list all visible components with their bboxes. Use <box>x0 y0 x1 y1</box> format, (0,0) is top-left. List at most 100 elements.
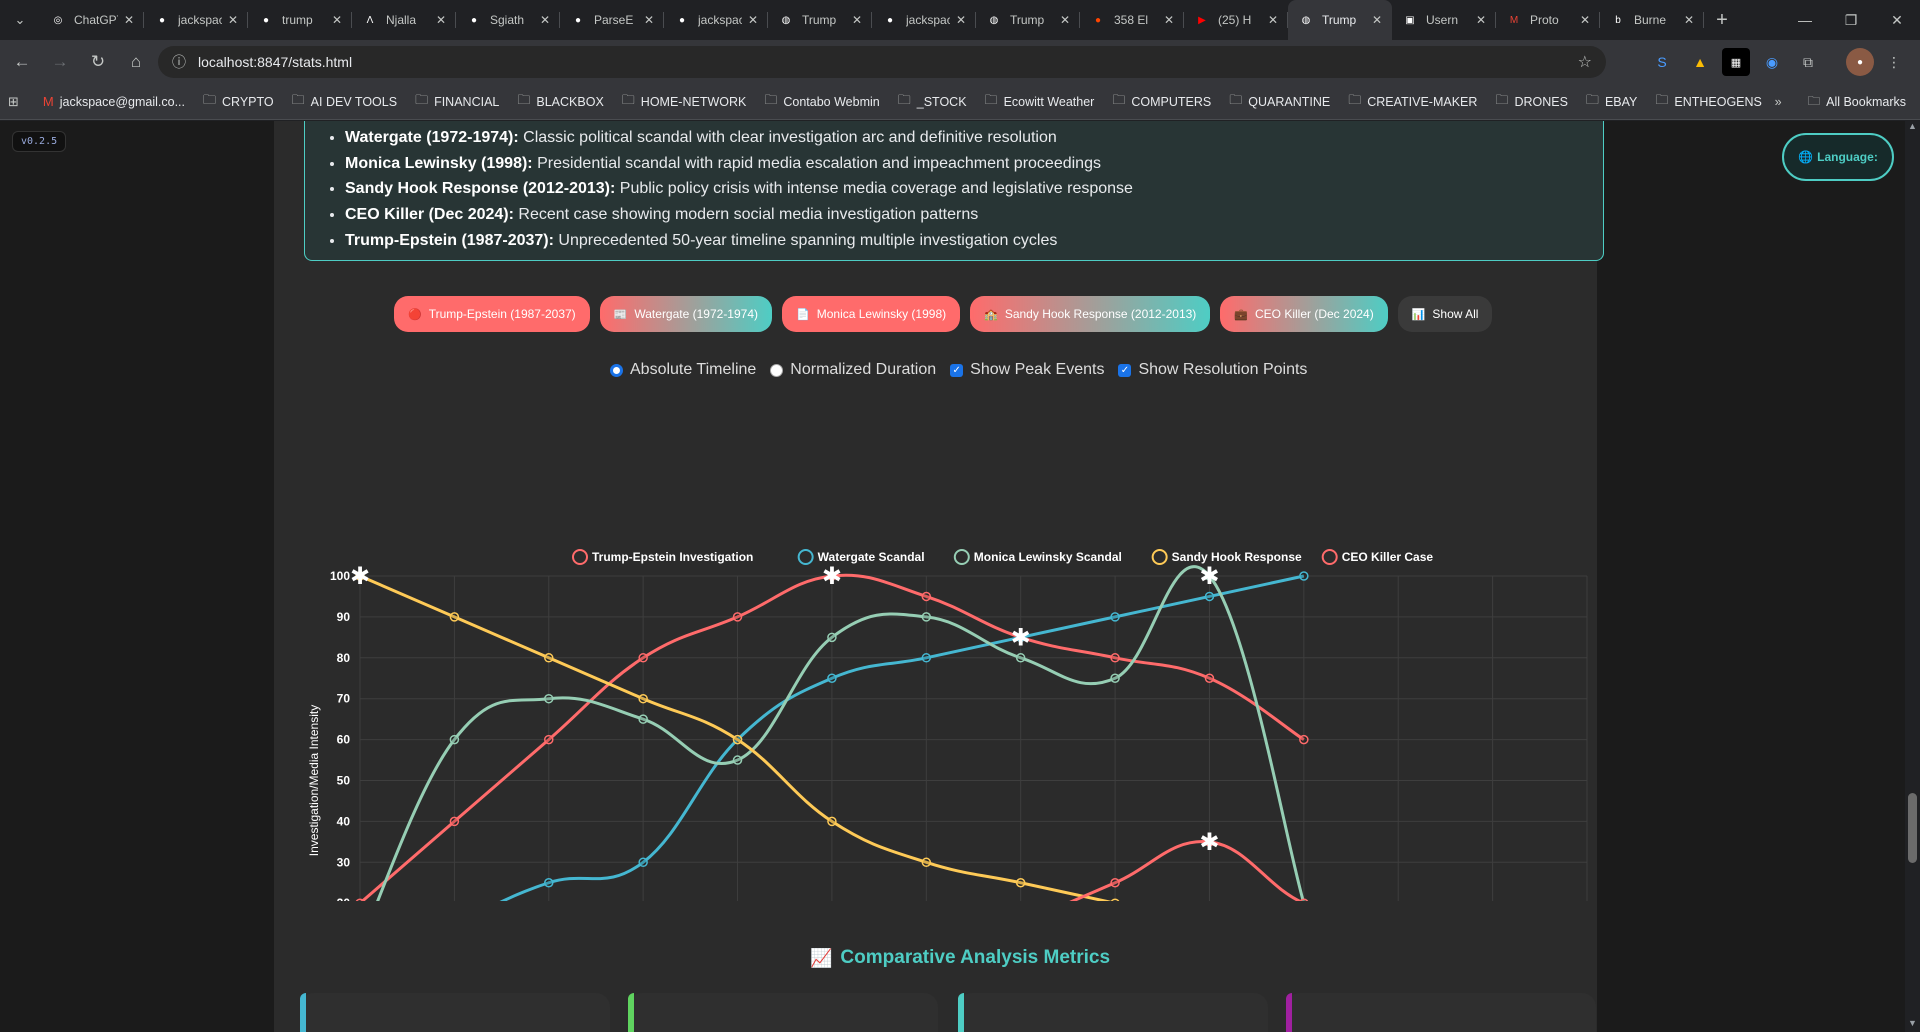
browser-tab[interactable]: ● trump ✕ <box>248 0 352 40</box>
close-tab-icon[interactable]: ✕ <box>852 13 862 27</box>
browser-tab[interactable]: ▣ Usern ✕ <box>1392 0 1496 40</box>
legend-swatch <box>1151 549 1168 565</box>
minimize-icon[interactable]: — <box>1782 0 1828 40</box>
close-tab-icon[interactable]: ✕ <box>1684 13 1694 27</box>
password-manager-icon[interactable]: ◉ <box>1758 48 1786 76</box>
chatgpt-icon: ◎ <box>53 14 63 26</box>
extensions-puzzle-icon[interactable]: ⧉ <box>1794 48 1822 76</box>
close-tab-icon[interactable]: ✕ <box>1580 13 1590 27</box>
tab-search-chevron-icon[interactable]: ⌄ <box>0 0 40 40</box>
browser-tab[interactable]: ● Sgiath ✕ <box>456 0 560 40</box>
case-filter-button[interactable]: 📰 Watergate (1972-1974) <box>599 296 773 332</box>
checkbox-peaks[interactable]: ✓ <box>950 363 964 377</box>
show-resolutions-option[interactable]: ✓ Show Resolution Points <box>1118 361 1307 379</box>
y-tick-label: 80 <box>337 651 351 665</box>
checkbox-resolutions[interactable]: ✓ <box>1118 363 1132 377</box>
case-button-label: Show All <box>1432 307 1479 321</box>
close-tab-icon[interactable]: ✕ <box>540 13 550 27</box>
close-tab-icon[interactable]: ✕ <box>1060 13 1070 27</box>
browser-tab[interactable]: ◎ ChatGPT ✕ <box>40 0 144 40</box>
case-filter-button[interactable]: 🏫 Sandy Hook Response (2012-2013) <box>970 296 1211 332</box>
section-title: 📈 Comparative Analysis Metrics <box>810 947 1110 969</box>
menu-kebab-icon[interactable]: ⋮ <box>1880 48 1908 76</box>
restore-icon[interactable]: ❐ <box>1828 0 1874 40</box>
more-bookmarks-chevron-icon[interactable]: » <box>1775 95 1782 109</box>
google-drive-icon[interactable]: ▲ <box>1686 48 1714 76</box>
language-button[interactable]: 🌐 Language: <box>1782 133 1894 181</box>
bookmark-item[interactable]: 🗀 CRYPTO <box>203 91 274 113</box>
data-point <box>1110 898 1120 901</box>
bookmark-item[interactable]: 🗀 DRONES <box>1495 91 1568 113</box>
reload-icon[interactable]: ↻ <box>82 46 114 78</box>
absolute-timeline-option[interactable]: Absolute Timeline <box>610 361 756 379</box>
bookmark-item[interactable]: 🗀 Contabo Webmin <box>764 91 879 113</box>
bookmark-item[interactable]: 🗀 _STOCK <box>898 91 967 113</box>
back-arrow-icon[interactable]: ← <box>6 46 38 78</box>
bookmark-item[interactable]: 🗀 COMPUTERS <box>1112 91 1211 113</box>
bookmark-item[interactable]: 🗀 BLACKBOX <box>517 91 603 113</box>
home-icon[interactable]: ⌂ <box>120 46 152 78</box>
close-tab-icon[interactable]: ✕ <box>436 13 446 27</box>
close-tab-icon[interactable]: ✕ <box>124 13 134 27</box>
browser-tab[interactable]: ▶ (25) H ✕ <box>1184 0 1288 40</box>
bookmark-item[interactable]: Mjackspace@gmail.co... <box>43 91 185 113</box>
close-window-icon[interactable]: ✕ <box>1874 0 1920 40</box>
address-bar[interactable]: ⓘ localhost:8847/stats.html ☆ <box>158 46 1606 78</box>
close-tab-icon[interactable]: ✕ <box>228 13 238 27</box>
browser-tab[interactable]: ● jackspace ✕ <box>664 0 768 40</box>
bookmark-item[interactable]: 🗀 ENTHEOGENS <box>1655 91 1762 113</box>
case-info-box: Watergate (1972-1974): Classic political… <box>304 121 1604 261</box>
bookmark-item[interactable]: 🗀 HOME-NETWORK <box>622 91 747 113</box>
bookmark-item[interactable]: 🗀 CREATIVE-MAKER <box>1348 91 1477 113</box>
browser-tab[interactable]: ● jackspace ✕ <box>872 0 976 40</box>
case-filter-button[interactable]: 📄 Monica Lewinsky (1998) <box>782 296 961 332</box>
case-filter-button[interactable]: 📊 Show All <box>1397 296 1493 332</box>
profile-avatar-icon[interactable]: ● <box>1846 48 1874 76</box>
close-tab-icon[interactable]: ✕ <box>1372 13 1382 27</box>
data-point <box>732 612 743 622</box>
bookmark-item[interactable]: 🗀 QUARANTINE <box>1229 91 1330 113</box>
bookmark-item[interactable]: 🗀 Ecowitt Weather <box>985 91 1095 113</box>
browser-tab[interactable]: ● 358 El ✕ <box>1080 0 1184 40</box>
bookmark-item[interactable]: 🗀 AI DEV TOOLS <box>292 91 397 113</box>
close-tab-icon[interactable]: ✕ <box>1164 13 1174 27</box>
scroll-thumb[interactable] <box>1908 793 1917 863</box>
close-tab-icon[interactable]: ✕ <box>1476 13 1486 27</box>
close-tab-icon[interactable]: ✕ <box>1268 13 1278 27</box>
radio-absolute[interactable] <box>610 363 623 377</box>
browser-tab[interactable]: ● ParseE ✕ <box>560 0 664 40</box>
case-name: Watergate (1972-1974): <box>345 129 519 146</box>
all-bookmarks-link[interactable]: All Bookmarks <box>1826 95 1906 109</box>
case-list-item: Monica Lewinsky (1998): Presidential sca… <box>345 151 1133 177</box>
case-filter-button[interactable]: 💼 CEO Killer (Dec 2024) <box>1220 296 1388 332</box>
page-scrollbar[interactable]: ▲ ▼ <box>1905 121 1920 1032</box>
close-tab-icon[interactable]: ✕ <box>332 13 342 27</box>
new-tab-plus-icon[interactable]: + <box>1704 0 1740 40</box>
case-filter-button[interactable]: 🔴 Trump-Epstein (1987-2037) <box>394 296 590 332</box>
apps-grid-icon[interactable]: ⊞ <box>8 94 25 110</box>
browser-tab[interactable]: ◍ Trump ✕ <box>976 0 1080 40</box>
browser-tab[interactable]: Λ Njalla ✕ <box>352 0 456 40</box>
show-peaks-option[interactable]: ✓ Show Peak Events <box>950 361 1104 379</box>
close-tab-icon[interactable]: ✕ <box>748 13 758 27</box>
bookmark-star-icon[interactable]: ☆ <box>1578 52 1592 72</box>
bookmark-item[interactable]: 🗀 FINANCIAL <box>415 91 499 113</box>
extension-s-icon[interactable]: S <box>1648 48 1676 76</box>
normalized-duration-option[interactable]: Normalized Duration <box>770 361 936 379</box>
scroll-up-arrow-icon[interactable]: ▲ <box>1905 121 1920 135</box>
browser-tab[interactable]: ◍ Trump ✕ <box>768 0 872 40</box>
bookmark-item[interactable]: 🗀 EBAY <box>1586 91 1637 113</box>
radio-normalized[interactable] <box>770 363 784 377</box>
browser-tab[interactable]: ◍ Trump ✕ <box>1288 0 1392 40</box>
extension-block-icon[interactable]: ▦ <box>1722 48 1750 76</box>
browser-tab[interactable]: M Proto ✕ <box>1496 0 1600 40</box>
intensity-line-chart: 0102030405060708090100198719921997200220… <box>307 549 1588 901</box>
browser-tab[interactable]: b Burne ✕ <box>1600 0 1704 40</box>
browser-tab[interactable]: ● jackspace ✕ <box>144 0 248 40</box>
tab-title: Burne <box>1634 13 1667 27</box>
close-tab-icon[interactable]: ✕ <box>956 13 966 27</box>
scroll-down-arrow-icon[interactable]: ▼ <box>1905 1018 1920 1032</box>
close-tab-icon[interactable]: ✕ <box>644 13 654 27</box>
site-info-icon[interactable]: ⓘ <box>172 52 186 72</box>
forward-arrow-icon[interactable]: → <box>44 46 76 78</box>
